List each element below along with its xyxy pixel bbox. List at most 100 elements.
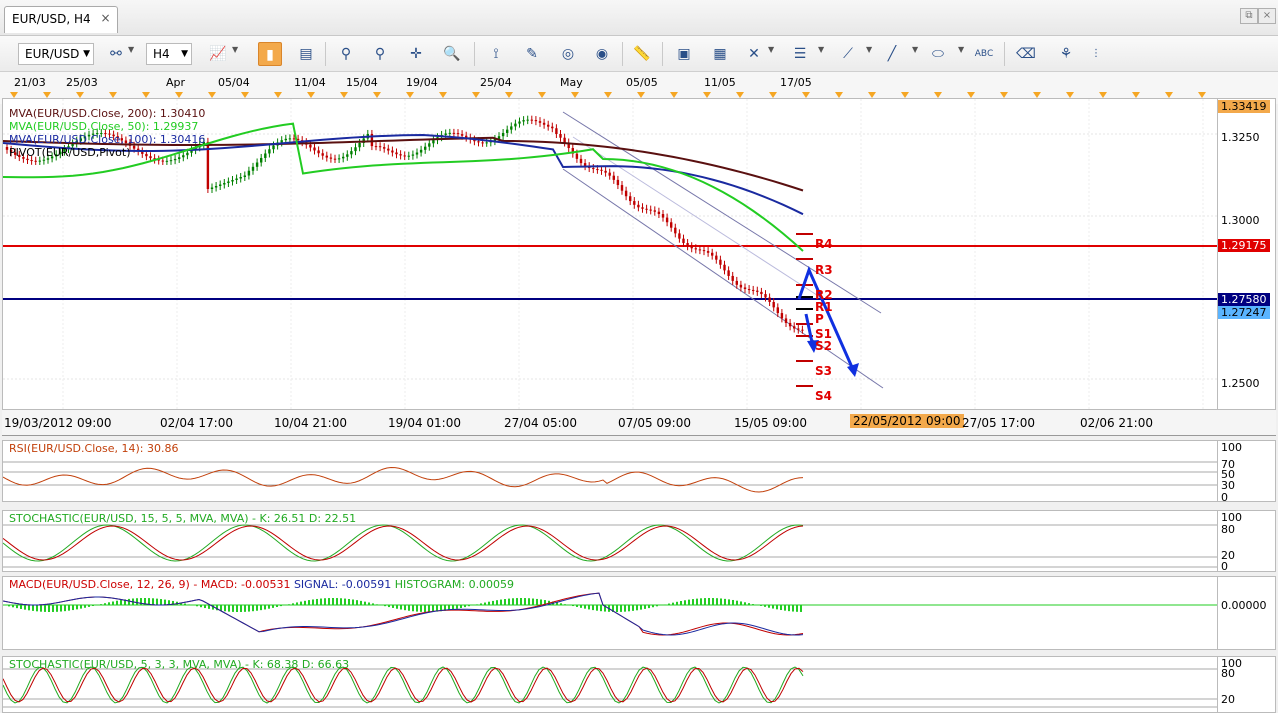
candle-body: [432, 140, 435, 144]
candle-body: [485, 142, 488, 144]
rsi-canvas: [3, 461, 1217, 493]
time-label: 19/04 01:00: [388, 416, 461, 430]
stochastic-panel-1[interactable]: STOCHASTIC(EUR/USD, 15, 5, 5, MVA, MVA) …: [2, 510, 1218, 572]
chevron-down-icon[interactable]: ▼: [232, 45, 238, 54]
candle-body: [727, 270, 730, 276]
legend-mva200: MVA(EUR/USD.Close, 200): 1.30410: [9, 107, 206, 120]
macd-panel[interactable]: MACD(EUR/USD.Close, 12, 26, 9) - MACD: -…: [2, 576, 1218, 650]
candle-body: [735, 280, 738, 285]
candle-body: [387, 148, 390, 151]
candle-body: [231, 180, 234, 182]
candle-body: [165, 160, 169, 162]
chevron-down-icon[interactable]: ▼: [818, 45, 824, 54]
trendline-icon[interactable]: ╱: [880, 42, 904, 66]
chevron-down-icon[interactable]: ▼: [128, 45, 134, 54]
candle-body: [575, 153, 579, 159]
window-icon[interactable]: ▦: [708, 42, 732, 66]
candle-body: [530, 119, 533, 121]
chevron-down-icon[interactable]: ▼: [958, 45, 964, 54]
stochastic-panel-2[interactable]: STOCHASTIC(EUR/USD, 5, 3, 3, MVA, MVA) -…: [2, 656, 1218, 713]
magnifier-icon[interactable]: 🔍: [440, 42, 464, 66]
candle-body: [780, 313, 784, 319]
candle-body: [698, 249, 702, 251]
candle-body: [801, 329, 804, 331]
line-chart-icon[interactable]: 📈: [206, 42, 230, 66]
candle-body: [145, 153, 148, 157]
chevron-down-icon[interactable]: ▼: [866, 45, 872, 54]
candle-body: [178, 157, 181, 159]
spinner-icon[interactable]: ◎: [556, 42, 580, 66]
picture-icon[interactable]: ▣: [672, 42, 696, 66]
candle-body: [514, 123, 517, 127]
close-window-icon[interactable]: ×: [1258, 8, 1276, 24]
date-label: 05/05: [626, 76, 658, 89]
price-scale[interactable]: 1.33419 1.3250 1.3000 1.29175 1.27580 1.…: [1218, 98, 1276, 410]
chart-type-icon[interactable]: ⚯: [104, 42, 128, 66]
candle-body: [657, 211, 661, 215]
candle-body: [678, 233, 681, 239]
candle-body: [182, 155, 185, 158]
candle-body: [608, 172, 611, 176]
symbol-select[interactable]: EUR/USD ▼: [18, 43, 94, 65]
more-icon[interactable]: ⋮: [1084, 42, 1108, 66]
rsi-line: [3, 467, 804, 493]
close-icon[interactable]: ×: [98, 11, 113, 26]
candle-body: [272, 145, 275, 150]
drawing-tools-icon[interactable]: ✕: [742, 42, 766, 66]
pivot-label-s4: S4: [815, 389, 832, 403]
timeframe-select[interactable]: H4 ▼: [146, 43, 192, 65]
price-scale-label: 1.3250: [1221, 131, 1260, 144]
zoom-out-icon[interactable]: ⚲: [368, 42, 392, 66]
price-tag-top: 1.33419: [1218, 100, 1270, 113]
ruler-icon[interactable]: 📏: [630, 42, 654, 66]
candle-body: [526, 119, 529, 121]
candle-body: [317, 150, 320, 154]
channel-lower: [562, 168, 884, 389]
eraser-icon[interactable]: ⌫: [1014, 42, 1038, 66]
candle-body: [624, 190, 628, 197]
globe-icon[interactable]: ◉: [590, 42, 614, 66]
edit-icon[interactable]: ✎: [520, 42, 544, 66]
price-chart[interactable]: MVA(EUR/USD.Close, 200): 1.30410 MVA(EUR…: [2, 98, 1218, 410]
restore-window-icon[interactable]: ⧉: [1240, 8, 1258, 24]
candle-body: [715, 255, 718, 260]
candle-body: [784, 318, 788, 323]
candlestick-icon[interactable]: ▮: [258, 42, 282, 66]
text-tool-icon[interactable]: ABC: [972, 42, 996, 66]
candle-body: [559, 134, 562, 138]
anchor-icon[interactable]: ⟟: [484, 42, 508, 66]
legend-pivot: PIVOT(EUR/USD,Pivot): [9, 146, 131, 159]
lines-icon[interactable]: ☰: [788, 42, 812, 66]
rsi-scale-label: 100: [1221, 441, 1242, 454]
date-label: 21/03: [14, 76, 46, 89]
candle-body: [260, 157, 263, 163]
zoom-in-icon[interactable]: ⚲: [334, 42, 358, 66]
date-label: 17/05: [780, 76, 812, 89]
candle-body: [358, 142, 361, 148]
candle-body: [793, 326, 796, 329]
candle-body: [547, 124, 550, 127]
chevron-down-icon[interactable]: ▼: [912, 45, 918, 54]
candle-body: [690, 246, 693, 249]
candle-body: [325, 155, 328, 158]
candle-body: [309, 144, 312, 148]
bar-chart-icon[interactable]: ▤: [294, 42, 318, 66]
ellipse-icon[interactable]: ⬭: [926, 42, 950, 66]
candle-body: [522, 120, 525, 122]
stochastic-2-scale: 100 80 20: [1218, 656, 1276, 713]
candle-body: [350, 151, 353, 155]
candle-body: [444, 133, 447, 135]
rsi-panel[interactable]: RSI(EUR/USD.Close, 14): 30.86: [2, 440, 1218, 502]
chevron-down-icon[interactable]: ▼: [768, 45, 774, 54]
macd-scale-label: 0.00000: [1221, 599, 1267, 612]
candle-body: [342, 156, 345, 159]
time-axis[interactable]: 19/03/2012 09:00 02/04 17:00 10/04 21:00 19…: [2, 410, 1276, 436]
symbol-value: EUR/USD: [25, 47, 80, 61]
candle-body: [682, 238, 685, 244]
hierarchy-icon[interactable]: ⚘: [1054, 42, 1078, 66]
candle-body: [653, 210, 656, 212]
chart-tab[interactable]: EUR/USD, H4 ×: [4, 6, 118, 33]
time-label: 02/06 21:00: [1080, 416, 1153, 430]
fan-icon[interactable]: ⟋: [836, 42, 860, 66]
crosshair-icon[interactable]: ✛: [404, 42, 428, 66]
